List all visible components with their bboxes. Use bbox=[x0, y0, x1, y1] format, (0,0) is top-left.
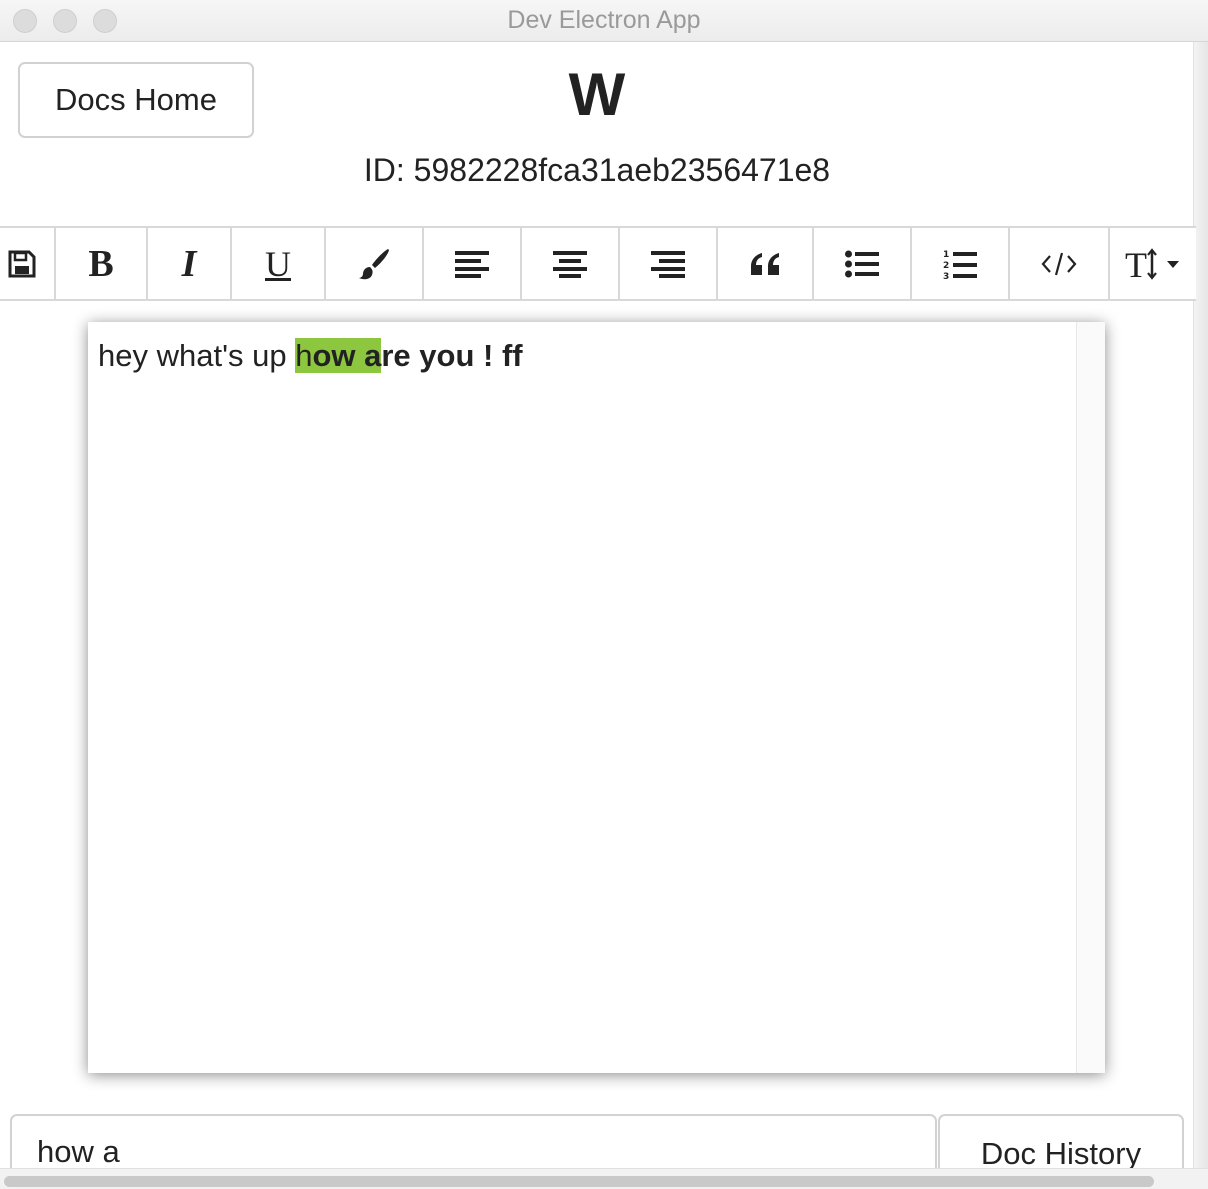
horizontal-scrollbar-thumb[interactable] bbox=[4, 1176, 1154, 1187]
bold-button[interactable]: B bbox=[56, 228, 148, 299]
horizontal-scrollbar[interactable] bbox=[0, 1168, 1208, 1189]
editor-panel[interactable]: hey what's up how are you ! ff bbox=[88, 322, 1105, 1073]
svg-text:2: 2 bbox=[943, 261, 949, 271]
align-right-icon bbox=[651, 250, 685, 278]
editor-toolbar: B I U 1 2 3 T bbox=[0, 226, 1196, 301]
document-id: ID: 5982228fca31aeb2356471e8 bbox=[363, 152, 831, 188]
editor-text-plain: hey what's up bbox=[98, 338, 296, 373]
italic-icon: I bbox=[181, 242, 197, 285]
quote-button[interactable] bbox=[718, 228, 814, 299]
code-icon bbox=[1041, 251, 1077, 277]
editor-scrollbar[interactable] bbox=[1076, 322, 1105, 1073]
list-ul-icon bbox=[845, 250, 879, 278]
save-button[interactable] bbox=[0, 228, 56, 299]
align-right-button[interactable] bbox=[620, 228, 718, 299]
window-scrollbar[interactable] bbox=[1193, 42, 1208, 1168]
highlight-plain-text: h bbox=[295, 338, 313, 373]
search-highlight: how a bbox=[295, 338, 382, 373]
svg-text:T: T bbox=[1125, 247, 1147, 281]
italic-button[interactable]: I bbox=[148, 228, 232, 299]
align-left-icon bbox=[455, 250, 489, 278]
align-left-button[interactable] bbox=[424, 228, 522, 299]
bullet-list-button[interactable] bbox=[814, 228, 912, 299]
color-button[interactable] bbox=[326, 228, 424, 299]
paintbrush-icon bbox=[357, 247, 391, 281]
save-icon bbox=[7, 249, 37, 279]
font-size-button[interactable]: T bbox=[1110, 228, 1200, 299]
bold-icon: B bbox=[88, 242, 114, 285]
window-title: Dev Electron App bbox=[507, 6, 701, 34]
underline-icon: U bbox=[265, 243, 291, 284]
numbered-list-button[interactable]: 1 2 3 bbox=[912, 228, 1010, 299]
editor-text-bold: re you ! ff bbox=[381, 338, 523, 373]
list-ol-icon: 1 2 3 bbox=[943, 248, 977, 280]
align-center-icon bbox=[553, 250, 587, 278]
editor-content[interactable]: hey what's up how are you ! ff bbox=[98, 338, 523, 374]
svg-text:3: 3 bbox=[943, 272, 949, 280]
underline-button[interactable]: U bbox=[232, 228, 326, 299]
text-height-icon: T bbox=[1125, 247, 1185, 281]
align-center-button[interactable] bbox=[522, 228, 620, 299]
highlight-bold-text: ow a bbox=[312, 338, 382, 373]
window-titlebar: Dev Electron App bbox=[0, 0, 1208, 42]
svg-text:1: 1 bbox=[943, 250, 949, 260]
quote-icon bbox=[749, 251, 781, 277]
code-button[interactable] bbox=[1010, 228, 1110, 299]
document-title: W bbox=[568, 61, 626, 128]
